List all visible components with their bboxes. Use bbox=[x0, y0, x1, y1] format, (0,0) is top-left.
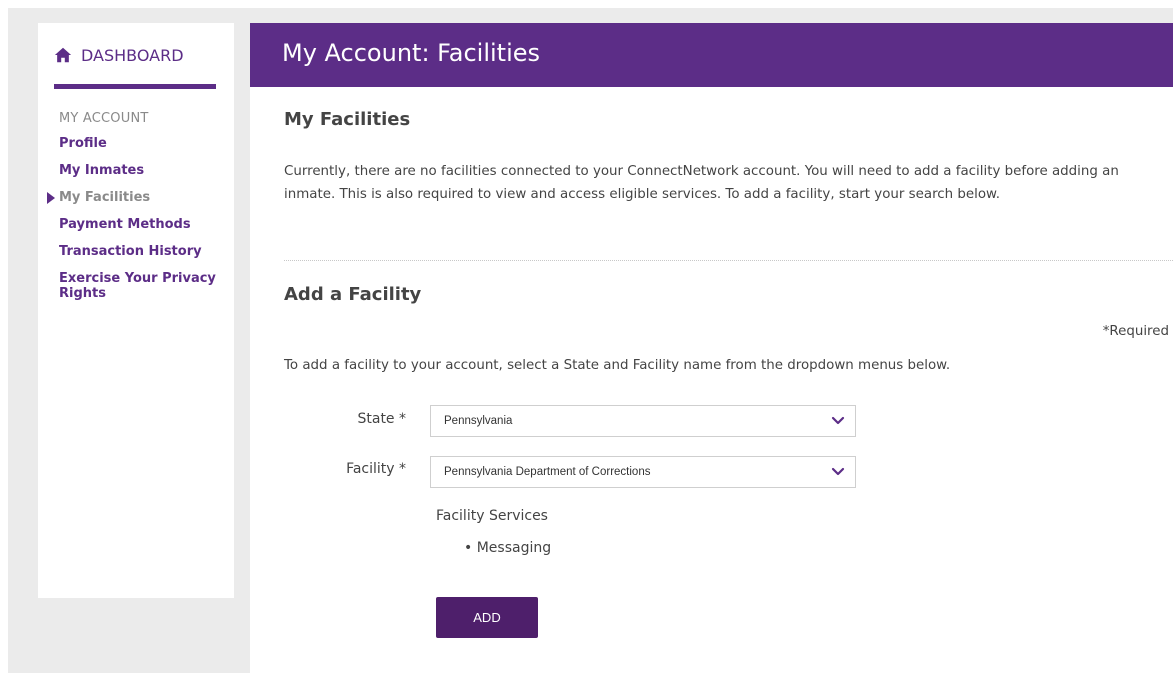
chevron-down-icon bbox=[831, 416, 845, 425]
sidebar: DASHBOARD MY ACCOUNT Profile My Inmates … bbox=[38, 23, 234, 598]
page-title: My Account: Facilities bbox=[282, 39, 541, 67]
facility-label: Facility * bbox=[346, 461, 406, 477]
state-selected-value: Pennsylvania bbox=[444, 415, 513, 427]
add-facility-button[interactable]: ADD bbox=[436, 597, 538, 638]
section-divider bbox=[284, 260, 1173, 261]
facility-services-heading: Facility Services bbox=[436, 508, 548, 524]
dashboard-label: DASHBOARD bbox=[81, 45, 184, 65]
triangle-right-icon bbox=[47, 192, 55, 204]
my-facilities-heading: My Facilities bbox=[284, 109, 411, 130]
facility-select[interactable]: Pennsylvania Department of Corrections bbox=[430, 456, 856, 488]
message-line-2: inmate. This is also required to view an… bbox=[284, 187, 1001, 202]
sidebar-item-payment-methods[interactable]: Payment Methods bbox=[59, 217, 219, 232]
add-facility-heading: Add a Facility bbox=[284, 284, 422, 305]
state-select[interactable]: Pennsylvania bbox=[430, 405, 856, 437]
required-note: *Required bbox=[1102, 324, 1169, 339]
sidebar-item-privacy-rights[interactable]: Exercise Your Privacy Rights bbox=[59, 271, 219, 301]
sidebar-item-profile[interactable]: Profile bbox=[59, 136, 219, 151]
sidebar-item-my-inmates[interactable]: My Inmates bbox=[59, 163, 219, 178]
nav-section-heading: MY ACCOUNT bbox=[59, 111, 149, 126]
sidebar-item-label: My Facilities bbox=[59, 190, 151, 205]
state-label: State * bbox=[357, 411, 406, 427]
dashboard-underline bbox=[54, 84, 216, 89]
facility-selected-value: Pennsylvania Department of Corrections bbox=[444, 466, 651, 478]
sidebar-item-my-facilities[interactable]: My Facilities bbox=[47, 190, 219, 205]
sidebar-item-transaction-history[interactable]: Transaction History bbox=[59, 244, 219, 259]
service-list-item: • Messaging bbox=[464, 540, 552, 556]
dashboard-link[interactable]: DASHBOARD bbox=[54, 43, 184, 67]
account-nav: Profile My Inmates My Facilities Payment… bbox=[47, 136, 219, 313]
main-content: My Account: Facilities My Facilities Cur… bbox=[250, 23, 1173, 673]
page-header: My Account: Facilities bbox=[250, 23, 1173, 87]
home-icon bbox=[54, 47, 72, 63]
service-label: Messaging bbox=[476, 540, 552, 556]
chevron-down-icon bbox=[831, 467, 845, 476]
no-facilities-message: Currently, there are no facilities conne… bbox=[284, 160, 1173, 206]
add-facility-instructions: To add a facility to your account, selec… bbox=[284, 358, 951, 373]
message-line-1: Currently, there are no facilities conne… bbox=[284, 164, 1119, 179]
